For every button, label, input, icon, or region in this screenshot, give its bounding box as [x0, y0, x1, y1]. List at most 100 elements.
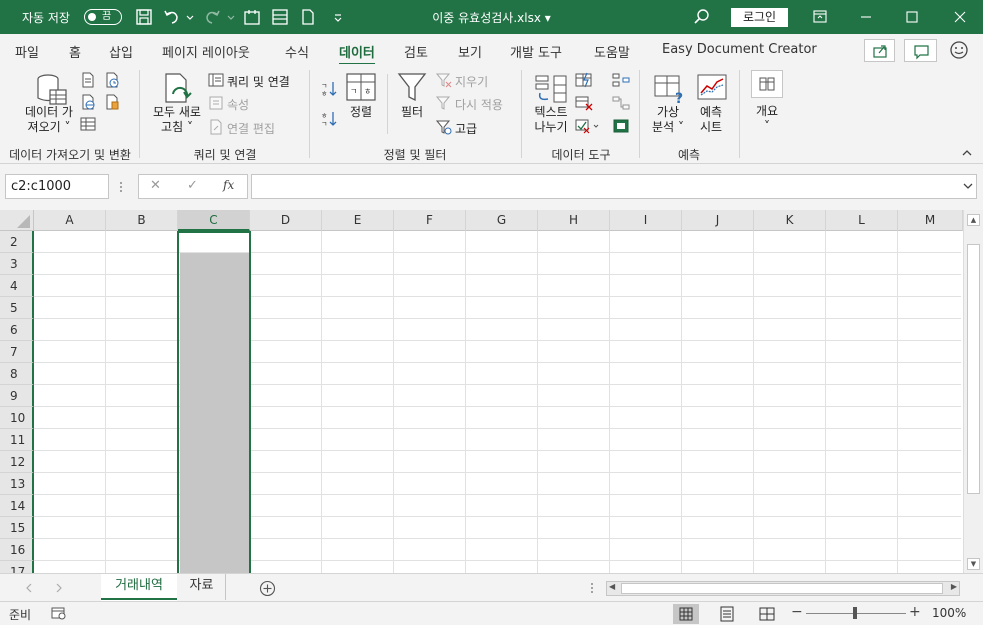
column-header-selected[interactable]: C	[178, 210, 250, 231]
tab-file[interactable]: 파일	[15, 42, 39, 61]
column-header[interactable]: I	[610, 210, 682, 231]
worksheet-grid[interactable]: A B C D E F G H I J K L M 2 3 4 5 6 7 8 …	[0, 210, 983, 573]
tab-splitter-icon[interactable]	[588, 582, 596, 594]
expand-formula-bar-icon[interactable]	[962, 182, 974, 190]
save-icon[interactable]	[135, 8, 153, 26]
ribbon-display-icon[interactable]	[797, 0, 843, 34]
column-header[interactable]: A	[34, 210, 106, 231]
tab-page-layout[interactable]: 페이지 레이아웃	[162, 42, 250, 61]
data-validation-icon[interactable]	[575, 118, 601, 134]
tab-insert[interactable]: 삽입	[109, 42, 133, 61]
tab-help[interactable]: 도움말	[594, 42, 630, 61]
scroll-down-arrow[interactable]: ▼	[967, 558, 980, 570]
form-icon[interactable]	[271, 8, 289, 26]
cancel-icon[interactable]: ✕	[150, 178, 161, 193]
text-to-columns-button[interactable]: 텍스트 나누기	[526, 105, 576, 135]
close-icon[interactable]	[937, 0, 983, 34]
column-header[interactable]: F	[394, 210, 466, 231]
minimize-icon[interactable]	[843, 0, 889, 34]
redo-icon[interactable]	[203, 8, 221, 26]
column-header[interactable]: K	[754, 210, 826, 231]
autosave-toggle[interactable]: 끔	[84, 9, 122, 25]
row-header[interactable]: 11	[0, 429, 34, 451]
reapply-button[interactable]: 다시 적용	[455, 96, 503, 113]
row-header[interactable]: 5	[0, 297, 34, 319]
vertical-scrollbar[interactable]: ▲ ▼	[963, 210, 983, 573]
from-text-csv-icon[interactable]	[80, 72, 96, 88]
flash-fill-icon[interactable]	[575, 72, 593, 88]
row-header[interactable]: 2	[0, 231, 34, 253]
row-header[interactable]: 6	[0, 319, 34, 341]
outline-button[interactable]: 개요 ˅	[745, 104, 789, 134]
relationships-icon[interactable]	[612, 95, 630, 111]
row-header[interactable]: 4	[0, 275, 34, 297]
row-header[interactable]: 3	[0, 253, 34, 275]
zoom-out-icon[interactable]: −	[791, 604, 803, 620]
tab-easy-document-creator[interactable]: Easy Document Creator	[662, 42, 817, 57]
name-box[interactable]: c2:c1000	[5, 174, 109, 199]
comments-button[interactable]	[904, 39, 937, 62]
row-header[interactable]: 14	[0, 495, 34, 517]
prev-sheet-icon[interactable]	[24, 582, 34, 594]
new-sheet-icon[interactable]	[243, 8, 261, 26]
column-header[interactable]: D	[250, 210, 322, 231]
properties-button[interactable]: 속성	[227, 96, 249, 113]
from-web-icon[interactable]	[80, 94, 96, 110]
sort-button[interactable]: 정렬	[340, 105, 382, 120]
column-header[interactable]: B	[106, 210, 178, 231]
feedback-smiley-icon[interactable]	[948, 39, 970, 61]
manage-data-model-icon[interactable]	[612, 118, 630, 134]
queries-connections-button[interactable]: 쿼리 및 연결	[227, 73, 290, 90]
zoom-slider-knob[interactable]	[853, 607, 857, 619]
forecast-sheet-button[interactable]: 예측 시트	[690, 105, 732, 135]
login-button[interactable]: 로그인	[731, 8, 788, 27]
edit-links-button[interactable]: 연결 편집	[227, 120, 275, 137]
clear-button[interactable]: 지우기	[455, 73, 488, 90]
insert-function-icon[interactable]: fx	[223, 178, 234, 192]
undo-dropdown-icon[interactable]	[181, 8, 199, 26]
tab-view[interactable]: 보기	[458, 42, 482, 61]
next-sheet-icon[interactable]	[54, 582, 64, 594]
vertical-scroll-thumb[interactable]	[967, 244, 980, 494]
page-break-view-button[interactable]	[754, 604, 780, 624]
from-table-icon[interactable]	[80, 116, 96, 132]
column-header[interactable]: J	[682, 210, 754, 231]
row-header[interactable]: 17	[0, 561, 34, 573]
page-layout-view-button[interactable]	[714, 604, 740, 624]
normal-view-button[interactable]	[673, 604, 699, 624]
row-header[interactable]: 10	[0, 407, 34, 429]
tab-home[interactable]: 홈	[69, 42, 81, 61]
column-header[interactable]: H	[538, 210, 610, 231]
get-data-button[interactable]: 데이터 가 져오기 ˅	[18, 105, 80, 135]
sort-ascending-icon[interactable]: ㄱㅎ	[320, 80, 338, 98]
refresh-all-button[interactable]: 모두 새로 고침 ˅	[146, 105, 208, 135]
scroll-up-arrow[interactable]: ▲	[967, 214, 980, 226]
document-icon[interactable]	[299, 8, 317, 26]
select-all-corner[interactable]	[0, 210, 34, 231]
filter-button[interactable]: 필터	[393, 105, 431, 120]
column-header[interactable]: G	[466, 210, 538, 231]
share-button[interactable]	[864, 39, 895, 62]
redo-dropdown-icon[interactable]	[222, 8, 240, 26]
column-header[interactable]: E	[322, 210, 394, 231]
undo-icon[interactable]	[163, 8, 181, 26]
tab-data[interactable]: 데이터	[339, 42, 375, 66]
search-icon[interactable]	[693, 8, 711, 26]
recent-sources-icon[interactable]	[104, 72, 120, 88]
macro-record-icon[interactable]	[51, 606, 67, 620]
sort-descending-icon[interactable]: ㅎㄱ	[320, 110, 338, 128]
cell-area[interactable]	[34, 231, 961, 573]
column-header[interactable]: M	[898, 210, 963, 231]
column-header[interactable]: L	[826, 210, 898, 231]
tab-review[interactable]: 검토	[404, 42, 428, 61]
tab-formulas[interactable]: 수식	[285, 42, 309, 61]
horizontal-scroll-thumb[interactable]	[621, 583, 943, 594]
row-header[interactable]: 15	[0, 517, 34, 539]
remove-duplicates-icon[interactable]	[575, 95, 593, 111]
advanced-button[interactable]: 고급	[455, 120, 477, 137]
consolidate-icon[interactable]	[612, 72, 630, 88]
formula-input[interactable]	[251, 174, 977, 199]
sheet-tab-transactions[interactable]: 거래내역	[101, 574, 177, 600]
horizontal-scrollbar[interactable]: ◀ ▶	[606, 581, 960, 596]
row-header[interactable]: 7	[0, 341, 34, 363]
